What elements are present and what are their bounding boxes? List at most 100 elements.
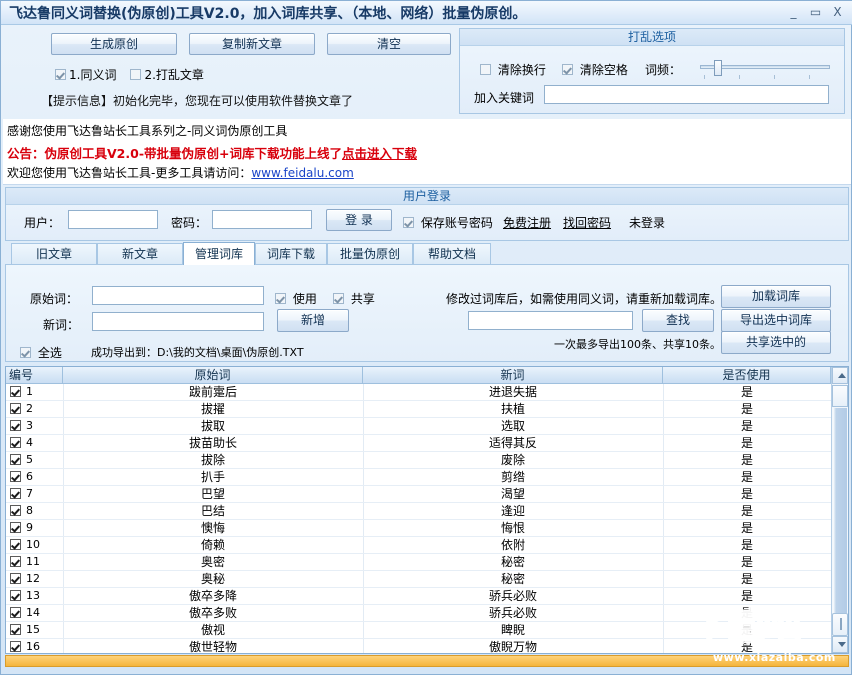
generate-original-button[interactable]: 生成原创	[51, 33, 177, 55]
column-header-original-word[interactable]: 原始词	[63, 367, 363, 383]
close-button[interactable]: X	[829, 5, 846, 20]
notice-panel: 感谢您使用飞达鲁站长工具系列之-同义词伪原创工具 公告：伪原创工具V2.0-带批…	[3, 119, 851, 185]
table-row[interactable]: 14 傲卒多败 骄兵必败 是	[6, 605, 831, 622]
row-checkbox[interactable]	[10, 386, 21, 397]
clear-space-option[interactable]: 清除空格	[562, 61, 628, 78]
clear-newline-option[interactable]: 清除换行	[480, 61, 546, 78]
hint-message: 【提示信息】初始化完毕，您现在可以使用软件替换文章了	[41, 94, 354, 108]
scroll-down-arrow-icon[interactable]	[832, 636, 848, 653]
row-checkbox[interactable]	[10, 624, 21, 635]
original-word-input[interactable]	[92, 286, 264, 305]
row-checkbox[interactable]	[10, 420, 21, 431]
original-word-label: 原始词：	[30, 292, 79, 306]
checkbox-scramble[interactable]	[130, 69, 142, 80]
load-lexicon-button[interactable]: 加载词库	[721, 285, 831, 308]
vertical-scrollbar[interactable]	[831, 367, 848, 653]
row-checkbox[interactable]	[10, 573, 21, 584]
row-original-word: 傲世轻物	[188, 640, 237, 654]
tab-manage-lexicon[interactable]: 管理词库	[183, 242, 255, 265]
tab-new-article[interactable]: 新文章	[97, 243, 183, 264]
scrollbar-track[interactable]	[833, 408, 847, 613]
use-option[interactable]: 使用	[275, 290, 317, 307]
keyword-input[interactable]	[544, 85, 829, 104]
table-row[interactable]: 10 倚赖 依附 是	[6, 537, 831, 554]
window-title: 飞达鲁同义词替换(伪原创)工具V2.0，加入词库共享、（本地、网络）批量伪原创。	[9, 6, 527, 22]
notice-site-link[interactable]: www.feidalu.com	[251, 166, 353, 180]
notice-site: 欢迎您使用飞达鲁站长工具-更多工具请访问：www.feidalu.com	[7, 164, 354, 181]
row-number: 4	[26, 436, 33, 449]
column-header-new-word[interactable]: 新词	[363, 367, 663, 383]
column-header-in-use[interactable]: 是否使用	[663, 367, 831, 383]
table-row[interactable]: 6 扒手 剪绺 是	[6, 469, 831, 486]
table-row[interactable]: 15 傲视 睥睨 是	[6, 622, 831, 639]
find-password-link[interactable]: 找回密码	[563, 214, 611, 231]
checkbox-clear-space[interactable]	[562, 64, 573, 75]
copy-article-button[interactable]: 复制新文章	[189, 33, 315, 55]
row-checkbox[interactable]	[10, 556, 21, 567]
row-number: 10	[26, 538, 40, 551]
username-input[interactable]	[68, 210, 158, 229]
maximize-button[interactable]: ▭	[807, 5, 824, 20]
checkbox-synonym[interactable]	[55, 69, 66, 80]
table-row[interactable]: 9 懊悔 悔恨 是	[6, 520, 831, 537]
row-checkbox[interactable]	[10, 437, 21, 448]
table-row[interactable]: 1 跋前疐后 进退失据 是	[6, 384, 831, 401]
scrollbar-thumb-bottom[interactable]	[832, 613, 848, 636]
minimize-button[interactable]: _	[785, 5, 802, 20]
frequency-slider[interactable]	[700, 60, 830, 76]
table-row[interactable]: 5 拔除 废除 是	[6, 452, 831, 469]
select-all-option[interactable]: 全选	[20, 344, 62, 361]
table-row[interactable]: 3 拔取 选取 是	[6, 418, 831, 435]
row-checkbox[interactable]	[10, 505, 21, 516]
row-new-word: 渴望	[500, 487, 525, 501]
table-row[interactable]: 12 奥秘 秘密 是	[6, 571, 831, 588]
row-checkbox[interactable]	[10, 539, 21, 550]
checkbox-use[interactable]	[275, 293, 286, 304]
checkbox-select-all[interactable]	[20, 347, 31, 358]
frequency-slider-thumb[interactable]	[714, 60, 722, 76]
export-selected-button[interactable]: 导出选中词库	[721, 309, 831, 332]
share-option[interactable]: 共享	[333, 290, 375, 307]
login-button[interactable]: 登 录	[326, 209, 392, 231]
table-row[interactable]: 11 奥密 秘密 是	[6, 554, 831, 571]
checkbox-remember[interactable]	[403, 217, 414, 228]
password-input[interactable]	[212, 210, 312, 229]
reload-lexicon-tip: 修改过词库后，如需使用同义词，请重新加载词库。	[446, 292, 723, 306]
row-checkbox[interactable]	[10, 454, 21, 465]
username-label: 用户：	[24, 216, 61, 230]
table-row[interactable]: 16 傲世轻物 傲睨万物 是	[6, 639, 831, 654]
row-checkbox[interactable]	[10, 522, 21, 533]
table-row[interactable]: 7 巴望 渴望 是	[6, 486, 831, 503]
row-checkbox[interactable]	[10, 641, 21, 652]
checkbox-clear-newline[interactable]	[480, 64, 491, 75]
table-row[interactable]: 2 拔擢 扶植 是	[6, 401, 831, 418]
add-word-button[interactable]: 新增	[277, 309, 349, 332]
checkbox-share[interactable]	[333, 293, 344, 304]
row-checkbox[interactable]	[10, 607, 21, 618]
find-button[interactable]: 查找	[642, 309, 714, 332]
register-link[interactable]: 免费注册	[503, 214, 551, 231]
export-limit-message: 一次最多导出100条、共享10条。	[554, 338, 721, 351]
new-word-input[interactable]	[92, 312, 264, 331]
row-checkbox[interactable]	[10, 590, 21, 601]
table-row[interactable]: 8 巴结 逢迎 是	[6, 503, 831, 520]
tab-batch-rewrite[interactable]: 批量伪原创	[327, 243, 413, 264]
row-checkbox[interactable]	[10, 488, 21, 499]
search-input[interactable]	[468, 311, 633, 330]
scrollbar-thumb-top[interactable]	[832, 385, 848, 407]
notice-download-link[interactable]: 点击进入下载	[342, 146, 417, 161]
row-checkbox[interactable]	[10, 403, 21, 414]
table-row[interactable]: 4 拔苗助长 适得其反 是	[6, 435, 831, 452]
remember-credentials-option[interactable]: 保存账号密码	[403, 214, 493, 231]
clear-button[interactable]: 清空	[327, 33, 451, 55]
row-in-use: 是	[740, 555, 753, 569]
tab-download-lexicon[interactable]: 词库下载	[255, 243, 327, 264]
column-header-no[interactable]: 编号	[6, 367, 63, 383]
tab-help-docs[interactable]: 帮助文档	[413, 243, 491, 264]
scroll-up-arrow-icon[interactable]	[832, 367, 848, 384]
share-selected-button[interactable]: 共享选中的	[721, 331, 831, 354]
lexicon-table: 编号 原始词 新词 是否使用 1 跋前疐后 进退失据是 2 拔擢 扶植是 3 拔取 选取是 4 拔苗…	[5, 366, 849, 654]
tab-old-article[interactable]: 旧文章	[11, 243, 97, 264]
table-row[interactable]: 13 傲卒多降 骄兵必败 是	[6, 588, 831, 605]
row-checkbox[interactable]	[10, 471, 21, 482]
